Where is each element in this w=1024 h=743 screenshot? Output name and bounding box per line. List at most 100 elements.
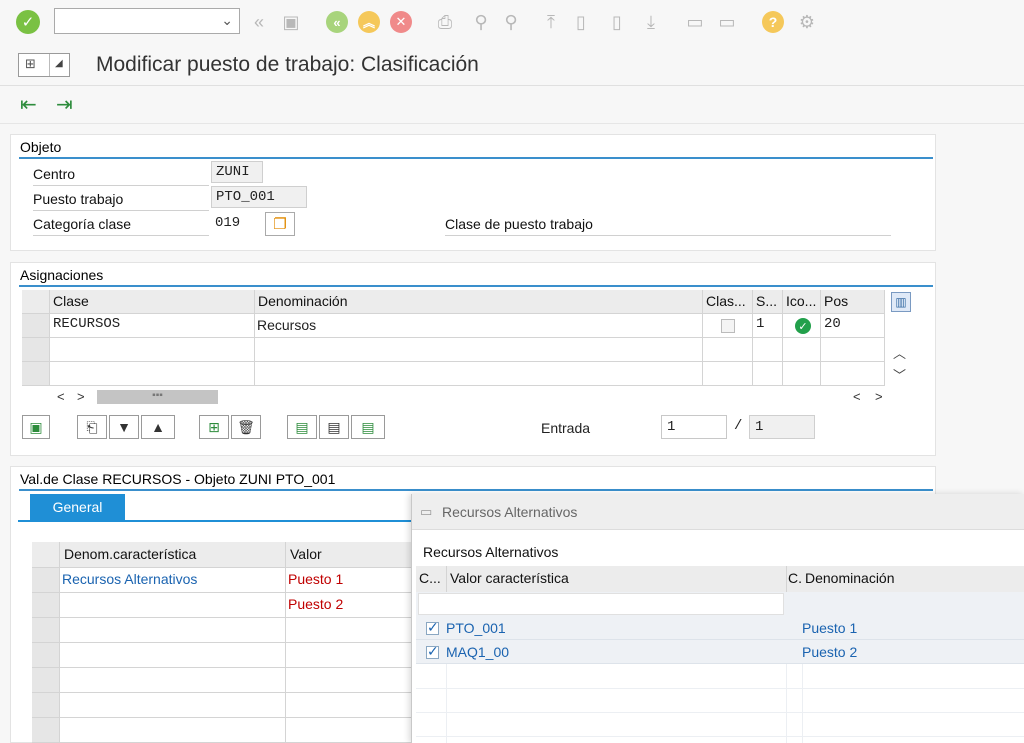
move-down-button[interactable]: ▼ (109, 415, 139, 439)
char-row-denom[interactable]: Recursos Alternativos (60, 568, 286, 593)
insert-row-button[interactable]: ⊞ (199, 415, 229, 439)
select-range-button[interactable]: ▤ (351, 415, 385, 439)
details-button[interactable]: ⎗ (77, 415, 107, 439)
row-selector[interactable] (22, 362, 50, 386)
new-session-icon[interactable]: ▭ (684, 11, 706, 33)
find-next-icon[interactable]: ⚲ (500, 11, 522, 33)
empty-cell[interactable] (703, 362, 753, 386)
last-page-icon[interactable]: ⤓ (640, 11, 662, 33)
empty-cell[interactable] (255, 362, 703, 386)
scroll-up-icon[interactable]: ︿ (893, 343, 906, 362)
scroll-left-button[interactable]: < (57, 389, 65, 404)
col-s[interactable]: S... (753, 290, 783, 314)
delete-row-button[interactable]: 🗑 (231, 415, 261, 439)
empty-cell[interactable] (60, 643, 286, 668)
popup-col-denominacion[interactable]: Denominación (802, 566, 1024, 592)
settings-icon[interactable]: ⚙ (796, 11, 818, 33)
next-page-icon[interactable]: ▯ (606, 11, 628, 33)
deselect-button[interactable]: ▤ (319, 415, 349, 439)
empty-cell[interactable] (60, 668, 286, 693)
empty-cell[interactable] (50, 362, 255, 386)
char-row-valor[interactable]: Puesto 1 (286, 568, 412, 593)
scroll-right-button-right[interactable]: > (875, 389, 883, 404)
popup-row-checkbox[interactable] (426, 643, 439, 660)
col-ico[interactable]: Ico... (783, 290, 821, 314)
next-object-icon[interactable]: ⇥ (56, 92, 73, 117)
back-green-icon[interactable]: « (326, 11, 348, 33)
print-icon[interactable]: ⎙ (434, 11, 456, 33)
scroll-right-button[interactable]: > (77, 389, 85, 404)
menu-button[interactable]: ⊞ ◢ (18, 53, 70, 77)
column-settings-icon[interactable]: ▥ (891, 292, 911, 312)
back-double-icon[interactable]: « (248, 11, 270, 33)
save-icon[interactable]: ▣ (280, 11, 302, 33)
empty-cell[interactable] (286, 718, 412, 743)
empty-cell[interactable] (60, 718, 286, 743)
popup-col-valor[interactable]: Valor característica (446, 566, 786, 592)
class-search-icon[interactable]: ❐ (265, 212, 295, 236)
empty-cell[interactable] (60, 693, 286, 718)
select-all-button[interactable]: ▣ (22, 415, 50, 439)
scroll-down-icon[interactable]: ﹀ (893, 365, 906, 384)
help-icon[interactable]: ? (762, 11, 784, 33)
prev-page-icon[interactable]: ▯ (570, 11, 592, 33)
table-row-ico[interactable]: ✓ (783, 314, 821, 338)
col-clase[interactable]: Clase (50, 290, 255, 314)
table-row-pos[interactable]: 20 (821, 314, 885, 338)
popup-row[interactable] (416, 616, 1024, 640)
table-row-s[interactable]: 1 (753, 314, 783, 338)
empty-cell[interactable] (753, 362, 783, 386)
move-up-button[interactable]: ▲ (141, 415, 175, 439)
empty-cell[interactable] (286, 618, 412, 643)
entrada-field[interactable]: 1 (661, 415, 727, 439)
col-pos[interactable]: Pos (821, 290, 885, 314)
puesto-field[interactable]: PTO_001 (211, 186, 307, 208)
row-selector[interactable] (32, 568, 60, 593)
first-page-icon[interactable]: ⤒ (540, 11, 562, 33)
cancel-icon[interactable]: ✕ (390, 11, 412, 33)
centro-field[interactable]: ZUNI (211, 161, 263, 183)
popup-col-c[interactable]: C... (416, 566, 446, 592)
char-row-valor[interactable]: Puesto 2 (286, 593, 412, 618)
empty-cell[interactable] (255, 338, 703, 362)
empty-cell[interactable] (60, 618, 286, 643)
popup-col-c2[interactable]: C. (786, 566, 802, 592)
row-selector[interactable] (32, 718, 60, 743)
empty-cell[interactable] (50, 338, 255, 362)
col-valor[interactable]: Valor (286, 542, 412, 568)
row-selector[interactable] (32, 643, 60, 668)
table-row-clas[interactable] (703, 314, 753, 338)
clas-checkbox[interactable] (721, 319, 735, 333)
empty-cell[interactable] (783, 362, 821, 386)
scroll-left-button-right[interactable]: < (853, 389, 861, 404)
empty-cell[interactable] (286, 668, 412, 693)
empty-cell[interactable] (783, 338, 821, 362)
col-clas[interactable]: Clas... (703, 290, 753, 314)
chevron-down-icon[interactable]: ⌄ (221, 12, 233, 29)
row-selector[interactable] (32, 668, 60, 693)
hscroll-thumb[interactable]: ▪▪▪ (97, 390, 218, 404)
empty-cell[interactable] (703, 338, 753, 362)
previous-object-icon[interactable]: ⇤ (20, 92, 37, 117)
empty-cell[interactable] (753, 338, 783, 362)
row-selector[interactable] (32, 593, 60, 618)
char-row-denom[interactable] (60, 593, 286, 618)
shortcut-icon[interactable]: ▭ (716, 11, 738, 33)
table-row-denominacion[interactable]: Recursos (255, 314, 703, 338)
empty-cell[interactable] (286, 643, 412, 668)
dialog-header[interactable]: ▭ Recursos Alternativos (412, 494, 1024, 530)
table-row-clase[interactable]: RECURSOS (50, 314, 255, 338)
col-denominacion[interactable]: Denominación (255, 290, 703, 314)
empty-cell[interactable] (821, 362, 885, 386)
row-selector[interactable] (32, 618, 60, 643)
enter-icon[interactable]: ✓ (16, 10, 40, 34)
row-selector[interactable] (32, 693, 60, 718)
popup-row-checkbox[interactable] (426, 619, 439, 636)
empty-cell[interactable] (821, 338, 885, 362)
empty-cell[interactable] (286, 693, 412, 718)
command-field[interactable]: ⌄ (54, 8, 240, 34)
tab-general[interactable]: General (30, 494, 125, 520)
popup-filter-input[interactable] (418, 593, 784, 615)
col-denom-caracteristica[interactable]: Denom.característica (60, 542, 286, 568)
select-block-button[interactable]: ▤ (287, 415, 317, 439)
